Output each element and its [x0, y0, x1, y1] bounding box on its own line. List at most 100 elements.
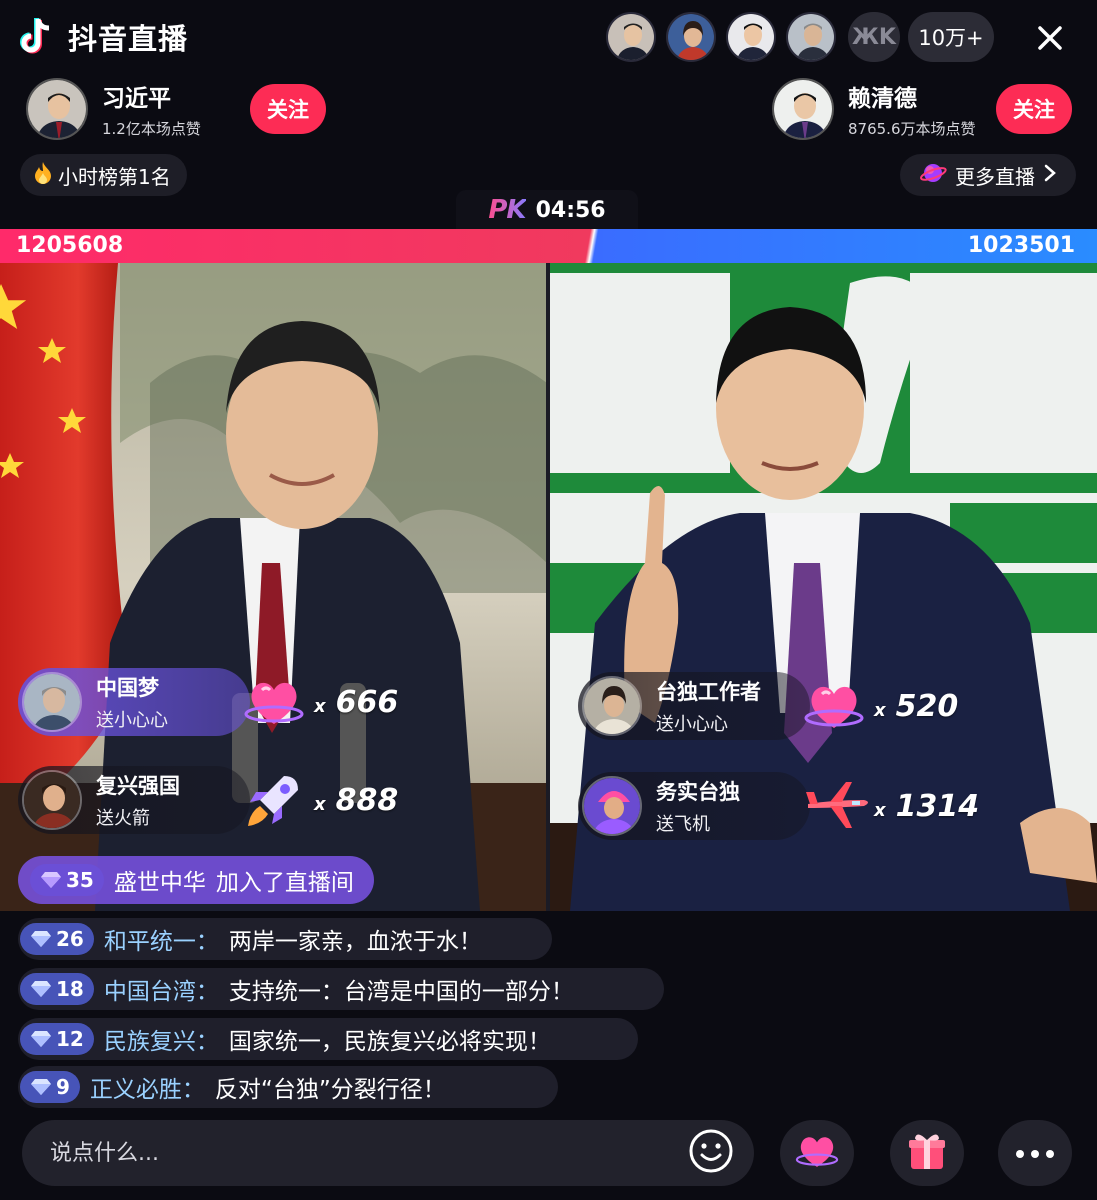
gift-action: 送小心心: [656, 714, 728, 735]
gift-user-avatar[interactable]: [22, 672, 82, 732]
viewer-avatar[interactable]: [666, 12, 716, 62]
user-level-badge: 12: [20, 1023, 94, 1055]
comment-text: 国家统一，民族复兴必将实现！: [228, 1029, 551, 1055]
app-title: 抖音直播: [68, 22, 189, 56]
close-icon[interactable]: [1030, 18, 1070, 58]
user-level: 18: [56, 977, 84, 1001]
airplane-gift-icon: [802, 774, 868, 838]
gift-user-avatar[interactable]: [22, 770, 82, 830]
planet-icon: [919, 159, 947, 192]
score-bar-divider: [583, 229, 603, 263]
comment-input[interactable]: [50, 1140, 688, 1166]
host-likes: 1.2亿本场点赞: [102, 120, 201, 138]
diamond-icon: [31, 1031, 51, 1047]
comment-user[interactable]: 民族复兴：: [104, 1022, 219, 1056]
chevron-right-icon: [1043, 163, 1057, 188]
comment-user[interactable]: 和平统一：: [104, 922, 219, 956]
join-text: 加入了直播间: [215, 870, 354, 896]
follow-button-left[interactable]: 关注: [250, 84, 326, 134]
more-live-label: 更多直播: [955, 164, 1035, 189]
gift-count: 666: [335, 684, 399, 720]
gift-user-avatar[interactable]: [582, 676, 642, 736]
gift-notification[interactable]: 复兴强国 送火箭 x 888: [18, 766, 398, 834]
user-level: 26: [56, 927, 84, 951]
pk-score-bar: [0, 229, 1097, 263]
user-level: 35: [66, 868, 94, 892]
gift-user-avatar[interactable]: [582, 776, 642, 836]
host-likes: 8765.6万本场点赞: [848, 120, 976, 138]
host-name: 赖清德: [848, 86, 917, 112]
pk-timer: PK 04:56: [456, 190, 638, 230]
gift-notification[interactable]: 务实台独 送飞机 x 1314: [578, 772, 979, 840]
more-viewers-button[interactable]: ЖK: [848, 12, 900, 62]
join-notification: 35 盛世中华 加入了直播间: [18, 856, 374, 904]
gift-count-x: x: [874, 799, 886, 821]
user-level-badge: 9: [20, 1071, 80, 1103]
diamond-icon: [31, 981, 51, 997]
flame-icon: [32, 161, 54, 190]
heart-gift-icon: [242, 670, 306, 734]
viewer-avatars: [606, 12, 836, 62]
gift-user-name: 务实台独: [656, 780, 740, 804]
gift-user-name: 中国梦: [96, 676, 159, 700]
host-avatar[interactable]: [26, 78, 88, 140]
gift-count-x: x: [314, 793, 326, 815]
score-left: 1205608: [16, 233, 124, 258]
gift-button[interactable]: [890, 1120, 964, 1186]
comment-item[interactable]: 18 中国台湾： 支持统一：台湾是中国的一部分！: [20, 968, 574, 1010]
more-live-button[interactable]: 更多直播: [900, 154, 1076, 196]
gift-count: 1314: [895, 788, 980, 824]
viewer-avatar[interactable]: [786, 12, 836, 62]
gift-action: 送飞机: [656, 814, 710, 835]
gift-count-x: x: [314, 695, 326, 717]
app-title-bar: 抖音直播: [20, 14, 188, 60]
comment-text: 两岸一家亲，血浓于水！: [228, 929, 482, 955]
rank-label: 小时榜第1名: [58, 164, 171, 189]
user-level-badge: 35: [30, 864, 104, 896]
comment-text: 反对“台独”分裂行径！: [214, 1077, 446, 1103]
viewer-avatar[interactable]: [726, 12, 776, 62]
viewer-avatar[interactable]: [606, 12, 656, 62]
send-heart-button[interactable]: [780, 1120, 854, 1186]
more-options-button[interactable]: [998, 1120, 1072, 1186]
comment-text: 支持统一：台湾是中国的一部分！: [228, 979, 574, 1005]
score-right: 1023501: [967, 233, 1075, 258]
douyin-logo-icon: [20, 17, 56, 57]
host-name: 习近平: [102, 86, 171, 112]
gift-notification[interactable]: 台独工作者 送小心心 x 520: [578, 672, 958, 740]
emoji-icon[interactable]: [688, 1128, 734, 1178]
user-level-badge: 18: [20, 973, 94, 1005]
diamond-icon: [31, 1079, 51, 1095]
hourly-rank-chip[interactable]: 小时榜第1名: [20, 154, 187, 196]
gift-box-icon: [905, 1129, 949, 1177]
gift-action: 送火箭: [96, 808, 150, 829]
gift-action: 送小心心: [96, 710, 168, 731]
host-card-right[interactable]: 赖清德 8765.6万本场点赞: [772, 78, 976, 140]
gift-count: 520: [895, 688, 959, 724]
pk-countdown: 04:56: [535, 197, 606, 223]
user-level: 12: [56, 1027, 84, 1051]
comment-user[interactable]: 正义必胜：: [90, 1070, 205, 1104]
gift-notification[interactable]: 中国梦 送小心心 x 666: [18, 668, 398, 736]
gift-count: 888: [335, 782, 399, 818]
comment-item[interactable]: 26 和平统一： 两岸一家亲，血浓于水！: [20, 918, 482, 960]
heart-gift-icon: [794, 1129, 840, 1177]
host-card-left[interactable]: 习近平 1.2亿本场点赞: [26, 78, 201, 140]
follow-button-right[interactable]: 关注: [996, 84, 1072, 134]
viewer-count[interactable]: 10万+: [908, 12, 994, 62]
user-level-badge: 26: [20, 923, 94, 955]
pk-logo: PK: [488, 195, 526, 225]
gift-count-x: x: [874, 699, 886, 721]
comment-item[interactable]: 9 正义必胜： 反对“台独”分裂行径！: [20, 1066, 446, 1108]
heart-gift-icon: [802, 674, 866, 738]
host-avatar[interactable]: [772, 78, 834, 140]
comment-user[interactable]: 中国台湾：: [104, 972, 219, 1006]
comment-item[interactable]: 12 民族复兴： 国家统一，民族复兴必将实现！: [20, 1018, 551, 1060]
gift-user-name: 复兴强国: [96, 774, 180, 798]
more-dots-icon: [1015, 1144, 1055, 1163]
user-level: 9: [56, 1075, 70, 1099]
diamond-icon: [41, 872, 61, 888]
gift-user-name: 台独工作者: [656, 680, 761, 704]
comment-input-bar[interactable]: [22, 1120, 754, 1186]
rocket-gift-icon: [242, 768, 306, 832]
